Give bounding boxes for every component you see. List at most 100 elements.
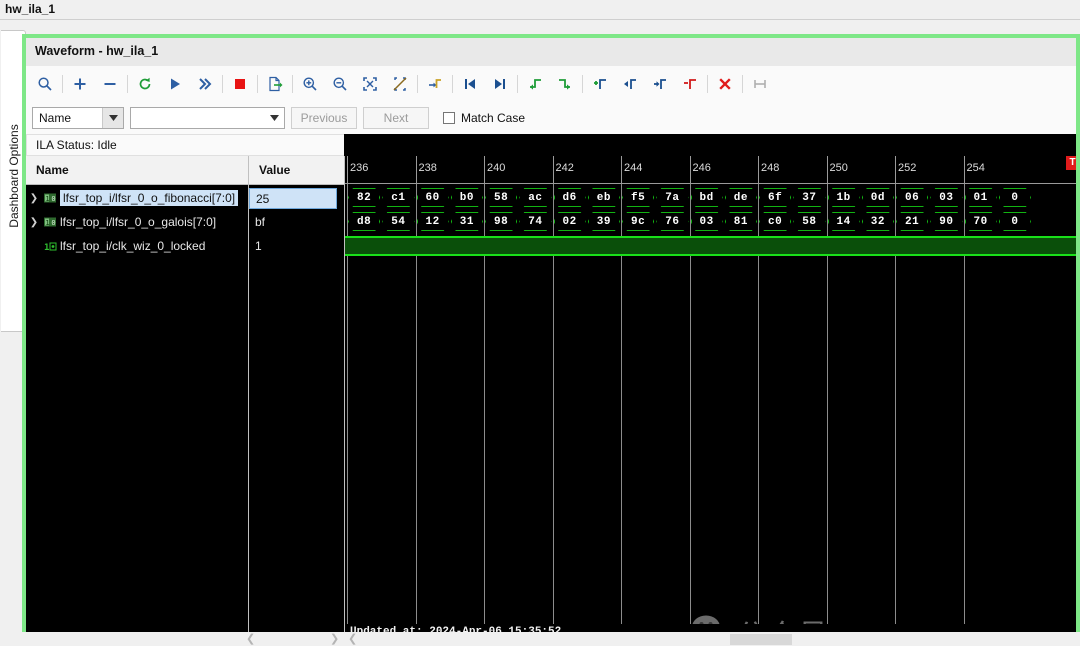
bus-value-cell[interactable]: c0 — [759, 212, 791, 231]
waveform-canvas[interactable]: 236238240242244246248250252254 82c160b05… — [345, 156, 1076, 642]
bus-value-cell[interactable]: 32 — [862, 212, 894, 231]
ila-status-row: ILA Status: Idle — [26, 134, 344, 156]
measure-icon[interactable] — [745, 69, 775, 99]
bus-value-cell[interactable]: ac — [519, 188, 551, 207]
bit-icon: 1 — [42, 241, 58, 252]
chevron-right-icon[interactable]: ❯ — [26, 217, 42, 228]
ruler-baseline — [345, 183, 1076, 184]
goto-trigger-icon[interactable] — [420, 69, 450, 99]
bus-value-cell[interactable]: 74 — [519, 212, 551, 231]
bus-value-cell[interactable]: 14 — [828, 212, 860, 231]
search-icon[interactable] — [30, 69, 60, 99]
bus-value-cell[interactable]: 54 — [382, 212, 414, 231]
bus-value-cell[interactable]: 01 — [965, 188, 997, 207]
run-icon[interactable] — [160, 69, 190, 99]
prev-marker-icon[interactable] — [615, 69, 645, 99]
toolbar-separator — [292, 75, 293, 93]
signal-row[interactable]: ❯10lfsr_top_i/lfsr_0_o_fibonacci[7:0] — [26, 186, 248, 210]
bus-value-cell[interactable]: 70 — [965, 212, 997, 231]
next-button[interactable]: Next — [363, 107, 429, 129]
previous-button[interactable]: Previous — [291, 107, 357, 129]
bus-value-cell[interactable]: 12 — [417, 212, 449, 231]
bus-value-cell[interactable]: f5 — [622, 188, 654, 207]
bus-value-cell[interactable]: 06 — [896, 188, 928, 207]
bus-value-cell[interactable]: d8 — [348, 212, 380, 231]
bus-value-cell[interactable]: 03 — [930, 188, 962, 207]
ruler-tick-label: 254 — [967, 162, 985, 174]
tab-hw-ila-1[interactable]: hw_ila_1 — [5, 2, 55, 16]
signal-row[interactable]: ❯10lfsr_top_i/lfsr_0_o_galois[7:0] — [26, 210, 248, 234]
next-transition-icon[interactable] — [550, 69, 580, 99]
resize-handle-wave[interactable]: ❮ — [348, 632, 357, 645]
bus-value-cell[interactable]: 37 — [793, 188, 825, 207]
bus-value-cell[interactable]: 0d — [862, 188, 894, 207]
zoom-out-icon[interactable] — [325, 69, 355, 99]
bus-value-cell[interactable]: 02 — [554, 212, 586, 231]
bus-value-cell[interactable]: bd — [691, 188, 723, 207]
prev-transition-icon[interactable] — [520, 69, 550, 99]
goto-end-icon[interactable] — [485, 69, 515, 99]
delete-icon[interactable] — [710, 69, 740, 99]
bus-value-cell[interactable]: 98 — [485, 212, 517, 231]
search-scope-combo[interactable]: Name — [32, 107, 124, 129]
remove-icon[interactable] — [95, 69, 125, 99]
bus-value-cell[interactable]: d6 — [554, 188, 586, 207]
bus-value-cell[interactable]: eb — [588, 188, 620, 207]
next-marker-icon[interactable] — [645, 69, 675, 99]
signal-value-cell[interactable]: 25 — [249, 186, 344, 210]
wave-track-fibonacci[interactable]: 82c160b058acd6ebf57abdde6f371b0d0603010 — [345, 186, 1076, 210]
match-case-checkbox[interactable]: Match Case — [443, 111, 525, 125]
signal-value-cell[interactable]: bf — [249, 210, 344, 234]
stop-icon[interactable] — [225, 69, 255, 99]
bus-value-cell[interactable]: 39 — [588, 212, 620, 231]
horizontal-scrollbar-thumb[interactable] — [730, 634, 792, 645]
bus-value-cell[interactable]: 7a — [656, 188, 688, 207]
signal-value-text: 25 — [249, 188, 337, 209]
add-marker-icon[interactable] — [585, 69, 615, 99]
bus-value-cell[interactable]: 60 — [417, 188, 449, 207]
bus-value-cell[interactable]: 76 — [656, 212, 688, 231]
ruler-tick-label: 248 — [761, 162, 779, 174]
bus-value-cell[interactable]: 03 — [691, 212, 723, 231]
goto-start-icon[interactable] — [455, 69, 485, 99]
bus-value-cell[interactable]: 0 — [999, 188, 1031, 207]
bus-value-cell[interactable]: 82 — [348, 188, 380, 207]
zoom-undo-icon[interactable] — [385, 69, 415, 99]
add-icon[interactable] — [65, 69, 95, 99]
resize-handle-right[interactable]: ❯ — [330, 632, 339, 645]
search-scope-value: Name — [33, 111, 102, 125]
remove-marker-icon[interactable] — [675, 69, 705, 99]
zoom-fit-icon[interactable] — [355, 69, 385, 99]
signal-value-cell[interactable]: 1 — [249, 234, 344, 258]
chevron-right-icon[interactable]: ❯ — [26, 193, 42, 204]
name-column-header[interactable]: Name — [26, 156, 248, 185]
bus-value-cell[interactable]: 0 — [999, 212, 1031, 231]
bus-value-cell[interactable]: 21 — [896, 212, 928, 231]
run-immediate-icon[interactable] — [190, 69, 220, 99]
export-icon[interactable] — [260, 69, 290, 99]
bus-value-cell[interactable]: de — [725, 188, 757, 207]
bus-value-cell[interactable]: 31 — [451, 212, 483, 231]
signal-row[interactable]: 1lfsr_top_i/clk_wiz_0_locked — [26, 234, 248, 258]
bus-value-cell[interactable]: 1b — [828, 188, 860, 207]
toolbar-separator — [742, 75, 743, 93]
match-case-box[interactable] — [443, 112, 455, 124]
refresh-icon[interactable] — [130, 69, 160, 99]
resize-handle-left[interactable]: ❮ — [246, 632, 255, 645]
bus-value-cell[interactable]: 58 — [793, 212, 825, 231]
zoom-in-icon[interactable] — [295, 69, 325, 99]
search-filter-row: Name Previous Next Match Case — [26, 101, 1076, 134]
bus-value-cell[interactable]: 58 — [485, 188, 517, 207]
search-input[interactable] — [130, 107, 285, 129]
bus-value-cell[interactable]: b0 — [451, 188, 483, 207]
signal-name-pane: Name ❯10lfsr_top_i/lfsr_0_o_fibonacci[7:… — [26, 156, 249, 642]
bus-value-cell[interactable]: 81 — [725, 212, 757, 231]
value-column-header[interactable]: Value — [249, 156, 344, 185]
bus-value-cell[interactable]: 9c — [622, 212, 654, 231]
wave-track-clk-locked[interactable] — [345, 236, 1076, 256]
bus-value-cell[interactable]: 6f — [759, 188, 791, 207]
wave-track-galois[interactable]: d8541231987402399c760381c05814322190700 — [345, 210, 1076, 234]
bus-value-cell[interactable]: c1 — [382, 188, 414, 207]
bus-value-cell[interactable]: 90 — [930, 212, 962, 231]
time-ruler[interactable]: 236238240242244246248250252254 — [345, 156, 1076, 184]
